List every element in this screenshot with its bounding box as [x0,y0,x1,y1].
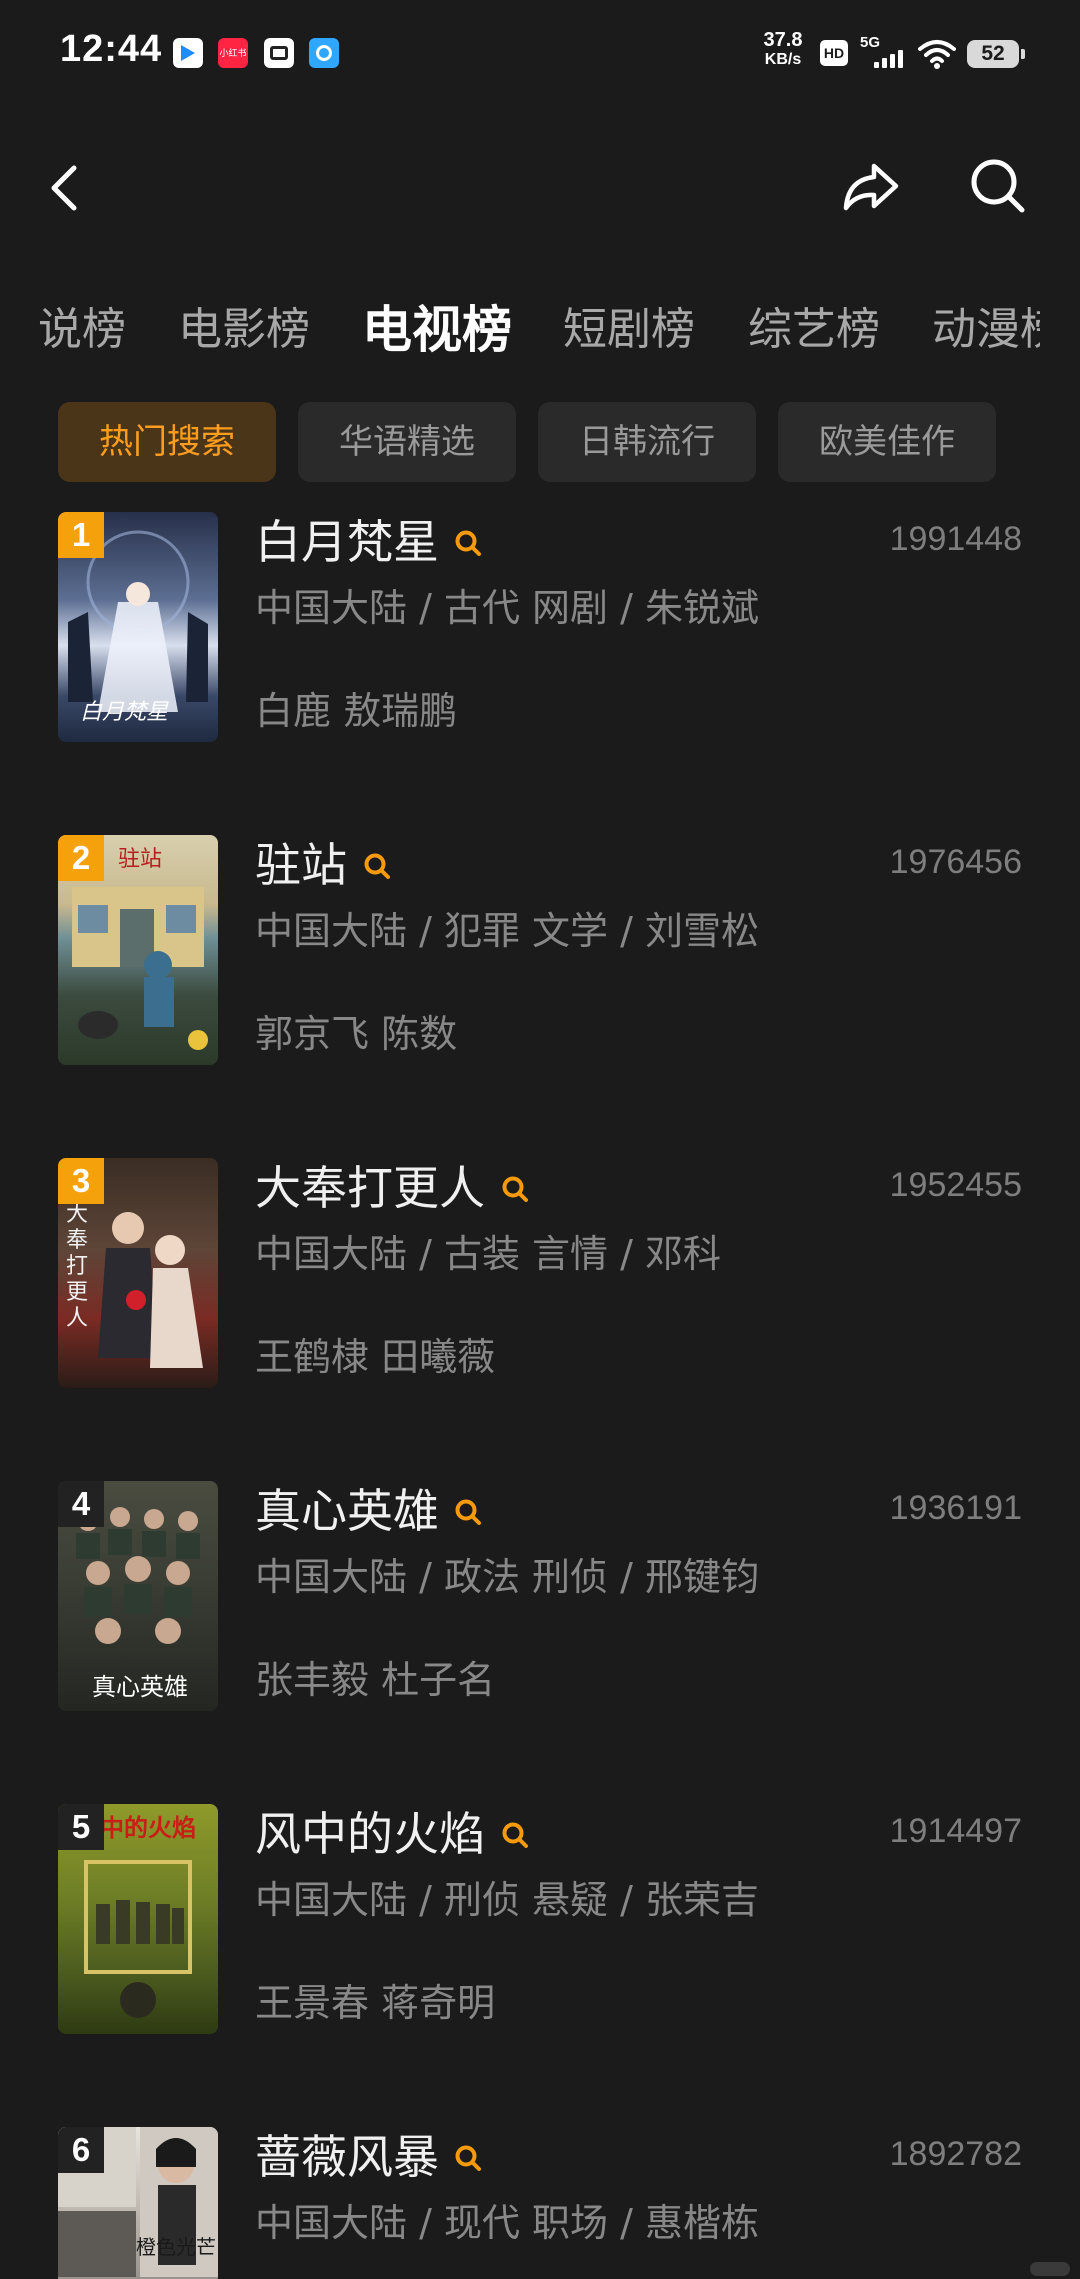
rank-badge: 2 [58,835,104,881]
poster-title-text: 真心英雄 [92,1673,188,1701]
rank-badge: 4 [58,1481,104,1527]
chip-jp-kr-popular[interactable]: 日韩流行 [538,402,756,482]
search-icon[interactable] [453,528,483,558]
ranking-tabs: 说榜 电影榜 电视榜 短剧榜 综艺榜 动漫榜 [0,295,1040,365]
list-item[interactable]: 橙色光芒 6 蔷薇风暴 1892782 中国大陆 / 现代 职场 / 惠楷栋 [0,2127,1080,2279]
hd-icon: HD [820,40,848,66]
rank-badge: 6 [58,2127,104,2173]
poster-image: 驻站 2 [58,835,218,1065]
list-item[interactable]: 风中的火焰 5 风中的火焰 1914497 中国大陆 / 刑侦 悬疑 / 张荣吉… [0,1804,1080,2064]
tab-novel-ranking[interactable]: 说榜 [38,295,126,365]
network-speed-unit: KB/s [764,51,802,68]
xiaohongshu-icon: 小红书 [218,38,248,68]
item-title: 真心英雄 [255,1484,439,1538]
search-icon[interactable] [453,1497,483,1527]
item-cast: 白鹿 敖瑞鹏 [255,689,458,733]
search-icon[interactable] [500,1174,530,1204]
gesture-handle [1030,2262,1070,2276]
top-nav-bar [0,140,1080,230]
tab-short-drama-ranking[interactable]: 短剧榜 [563,295,695,365]
list-item[interactable]: 真心英雄 4 真心英雄 1936191 中国大陆 / 政法 刑侦 / 邢键钧 张… [0,1481,1080,1741]
tab-movie-ranking[interactable]: 电影榜 [178,295,310,365]
hot-score: 1914497 [889,1812,1022,1850]
browser-icon [309,38,339,68]
item-cast: 王景春 蒋奇明 [255,1981,496,2025]
item-meta: 中国大陆 / 古代 网剧 / 朱锐斌 [255,586,760,630]
video-app-icon [173,38,203,68]
tab-anime-ranking[interactable]: 动漫榜 [932,295,1040,365]
poster-title-text: 橙色光芒 [136,2235,216,2259]
hot-score: 1991448 [889,520,1022,558]
hot-score: 1892782 [889,2135,1022,2173]
list-item[interactable]: 白月梵星 1 白月梵星 1991448 中国大陆 / 古代 网剧 / 朱锐斌 白… [0,512,1080,772]
chip-chinese-picks[interactable]: 华语精选 [298,402,516,482]
wallet-icon [264,38,294,68]
hot-score: 1952455 [889,1166,1022,1204]
share-icon[interactable] [838,154,902,218]
list-item[interactable]: 驻站 2 驻站 1976456 中国大陆 / 犯罪 文学 / 刘雪松 郭京飞 陈… [0,835,1080,1095]
poster-image: 橙色光芒 6 [58,2127,218,2279]
item-title: 驻站 [255,838,347,892]
poster-image: 风中的火焰 5 [58,1804,218,2034]
status-time: 12:44 [60,28,163,70]
poster-image: 大奉打更人 3 [58,1158,218,1388]
poster-title-text: 大奉打更人 [66,1202,89,1331]
item-cast: 郭京飞 陈数 [255,1012,458,1056]
poster-title-text: 驻站 [118,847,163,872]
item-title: 大奉打更人 [255,1161,485,1215]
poster-image: 真心英雄 4 [58,1481,218,1711]
item-title: 白月梵星 [255,515,439,569]
item-cast: 王鹤棣 田曦薇 [255,1335,496,1379]
wifi-icon [918,40,956,69]
hot-score: 1976456 [889,843,1022,881]
tab-variety-ranking[interactable]: 综艺榜 [748,295,880,365]
filter-chips: 热门搜索 华语精选 日韩流行 欧美佳作 [0,402,1080,482]
rank-badge: 3 [58,1158,104,1204]
rank-badge: 5 [58,1804,104,1850]
poster-image: 白月梵星 1 [58,512,218,742]
battery-icon: 52 [967,40,1025,68]
search-icon[interactable] [500,1820,530,1850]
chip-hot-search[interactable]: 热门搜索 [58,402,276,482]
list-item[interactable]: 大奉打更人 3 大奉打更人 1952455 中国大陆 / 古装 言情 / 邓科 … [0,1158,1080,1418]
item-meta: 中国大陆 / 刑侦 悬疑 / 张荣吉 [255,1878,760,1922]
hot-score: 1936191 [889,1489,1022,1527]
network-speed: 37.8 KB/s [758,30,808,70]
chip-western-picks[interactable]: 欧美佳作 [778,402,996,482]
search-icon[interactable] [453,2143,483,2173]
signal-icon [870,46,906,68]
item-meta: 中国大陆 / 犯罪 文学 / 刘雪松 [255,909,760,953]
search-icon[interactable] [362,851,392,881]
item-meta: 中国大陆 / 古装 言情 / 邓科 [255,1232,722,1276]
rank-badge: 1 [58,512,104,558]
item-cast: 张丰毅 杜子名 [255,1658,496,1702]
item-meta: 中国大陆 / 现代 职场 / 惠楷栋 [255,2201,760,2245]
item-title: 风中的火焰 [255,1807,485,1861]
tab-tv-ranking[interactable]: 电视榜 [362,295,512,365]
poster-title-text: 白月梵星 [80,700,169,725]
chevron-left-icon[interactable] [40,158,90,218]
item-title: 蔷薇风暴 [255,2130,439,2184]
item-meta: 中国大陆 / 政法 刑侦 / 邢键钧 [255,1555,760,1599]
network-speed-value: 37.8 [763,29,803,51]
search-icon[interactable] [966,154,1030,218]
status-bar: 12:44 小红书 37.8 KB/s HD 5G 52 [0,0,1080,105]
